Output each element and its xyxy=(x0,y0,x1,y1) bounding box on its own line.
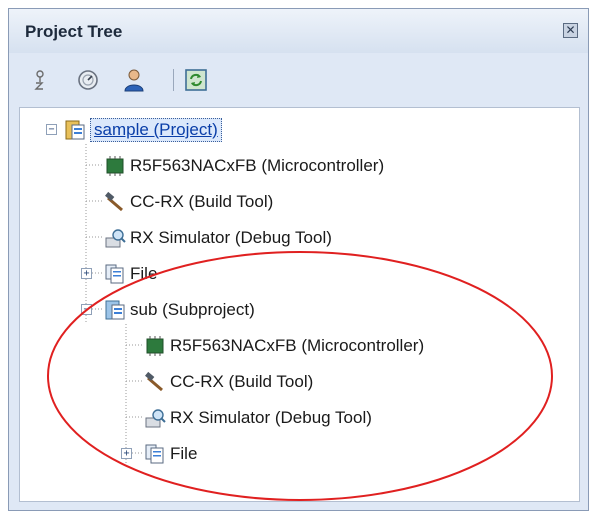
close-icon[interactable]: ✕ xyxy=(563,23,578,38)
tree-node-project[interactable]: sample (Project) xyxy=(64,115,222,145)
refresh-icon[interactable] xyxy=(183,67,209,93)
sort-icon[interactable] xyxy=(27,67,53,93)
debug-tool-icon xyxy=(105,229,126,248)
panel-toolbar xyxy=(9,53,588,107)
tree-node-label: RX Simulator (Debug Tool) xyxy=(130,228,332,247)
build-tool-icon xyxy=(105,191,123,212)
user-icon[interactable] xyxy=(121,67,147,93)
tree-node-build-tool[interactable]: CC-RX (Build Tool) xyxy=(104,187,273,217)
panel-title: Project Tree xyxy=(25,22,123,41)
highlight-ellipse xyxy=(47,251,553,501)
tree-node-label: R5F563NACxFB (Microcontroller) xyxy=(130,156,385,175)
tree-node-microcontroller[interactable]: R5F563NACxFB (Microcontroller) xyxy=(104,151,384,181)
toolbar-separator xyxy=(173,69,174,91)
collapse-toggle[interactable]: − xyxy=(46,124,57,135)
microcontroller-icon xyxy=(106,156,124,176)
panel-titlebar: Project Tree ✕ xyxy=(9,9,588,53)
tree-node-label: sample (Project) xyxy=(90,118,222,142)
project-icon xyxy=(65,120,85,140)
property-icon[interactable] xyxy=(75,67,101,93)
tree-node-label: CC-RX (Build Tool) xyxy=(130,192,274,211)
